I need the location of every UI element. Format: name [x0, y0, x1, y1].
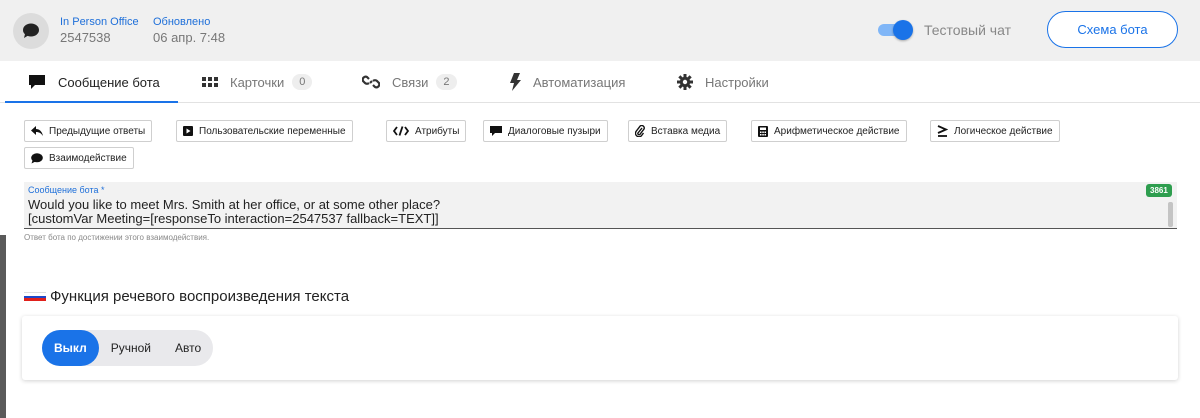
play-box-icon	[183, 126, 193, 136]
code-icon	[393, 126, 409, 136]
grid-icon	[202, 77, 218, 87]
button-label: Взаимодействие	[49, 152, 127, 164]
button-label: Арифметическое действие	[774, 125, 900, 137]
calculator-icon	[758, 125, 768, 137]
user-variables-button[interactable]: Пользовательские переменные	[176, 120, 353, 142]
tab-label: Сообщение бота	[58, 74, 160, 90]
button-label: Вставка медиа	[651, 125, 721, 137]
test-chat-label: Тестовый чат	[924, 22, 1011, 38]
tab-cards[interactable]: Карточки 0	[202, 61, 313, 103]
left-edge-bar	[0, 235, 6, 418]
tts-section-title: Функция речевого воспроизведения текста	[24, 288, 349, 305]
tab-label: Карточки	[230, 74, 285, 90]
tts-option-manual[interactable]: Ручной	[99, 330, 163, 366]
test-chat-toggle-group: Тестовый чат	[878, 20, 1011, 40]
tab-settings[interactable]: Настройки	[677, 61, 769, 103]
tab-automation[interactable]: Автоматизация	[509, 61, 625, 103]
tts-mode-selector: Выкл Ручной Авто	[42, 330, 214, 366]
updated-value: 06 апр. 7:48	[153, 30, 226, 45]
updated-info: Обновлено 06 апр. 7:48	[153, 14, 225, 46]
bot-message-label: Сообщение бота *	[28, 185, 105, 195]
bot-message-text[interactable]: Would you like to meet Mrs. Smith at her…	[28, 198, 440, 226]
bubble-icon	[490, 125, 502, 137]
bot-message-field[interactable]: Сообщение бота * Would you like to meet …	[24, 182, 1177, 229]
dialog-bubbles-button[interactable]: Диалоговые пузыри	[483, 120, 608, 142]
header-bar: In Person Office 2547538 Обновлено 06 ап…	[0, 0, 1200, 61]
button-label: Логическое действие	[954, 125, 1053, 137]
button-label: Диалоговые пузыри	[508, 125, 601, 137]
bot-message-hint: Ответ бота по достижении этого взаимодей…	[24, 233, 210, 242]
chat-bubble-icon	[13, 13, 49, 49]
insert-media-button[interactable]: Вставка медиа	[628, 120, 728, 142]
interaction-button[interactable]: Взаимодействие	[24, 147, 134, 169]
reply-icon	[31, 126, 43, 136]
channel-label: In Person Office	[60, 16, 139, 28]
tts-option-off[interactable]: Выкл	[42, 330, 99, 366]
channel-info: In Person Office 2547538	[60, 14, 139, 46]
link-icon	[362, 73, 380, 91]
active-tab-indicator	[5, 101, 178, 103]
attributes-button[interactable]: Атрибуты	[386, 120, 467, 142]
gear-icon	[677, 74, 693, 90]
paperclip-icon	[635, 125, 645, 137]
updated-label: Обновлено	[153, 16, 211, 28]
cards-count-badge: 0	[292, 74, 313, 90]
button-label: Атрибуты	[415, 125, 460, 137]
arithmetic-action-button[interactable]: Арифметическое действие	[751, 120, 907, 142]
chat-icon	[31, 152, 43, 164]
tab-label: Автоматизация	[533, 74, 626, 90]
lightning-icon	[509, 73, 521, 91]
tts-option-auto[interactable]: Авто	[163, 330, 213, 366]
bot-scheme-button[interactable]: Схема бота	[1047, 11, 1178, 48]
message-scrollbar[interactable]	[1168, 202, 1173, 227]
russian-flag-icon	[24, 292, 46, 302]
tts-title-text: Функция речевого воспроизведения текста	[50, 288, 350, 305]
tab-bar: Сообщение бота Карточки 0 Связи 2 Автома…	[0, 61, 1200, 103]
test-chat-toggle[interactable]	[878, 20, 913, 40]
tab-label: Связи	[392, 74, 429, 90]
message-icon	[28, 74, 46, 90]
links-count-badge: 2	[436, 74, 457, 90]
logical-action-button[interactable]: Логическое действие	[930, 120, 1060, 142]
character-counter-badge: 3861	[1146, 184, 1172, 197]
previous-answers-button[interactable]: Предыдущие ответы	[24, 120, 153, 142]
button-label: Предыдущие ответы	[49, 125, 146, 137]
gte-icon	[937, 125, 948, 137]
tab-bot-message[interactable]: Сообщение бота	[28, 61, 160, 103]
tab-links[interactable]: Связи 2	[362, 61, 457, 103]
button-label: Пользовательские переменные	[199, 125, 346, 137]
channel-id: 2547538	[60, 30, 111, 45]
tts-card: Выкл Ручной Авто	[22, 316, 1178, 380]
tab-label: Настройки	[705, 74, 769, 90]
